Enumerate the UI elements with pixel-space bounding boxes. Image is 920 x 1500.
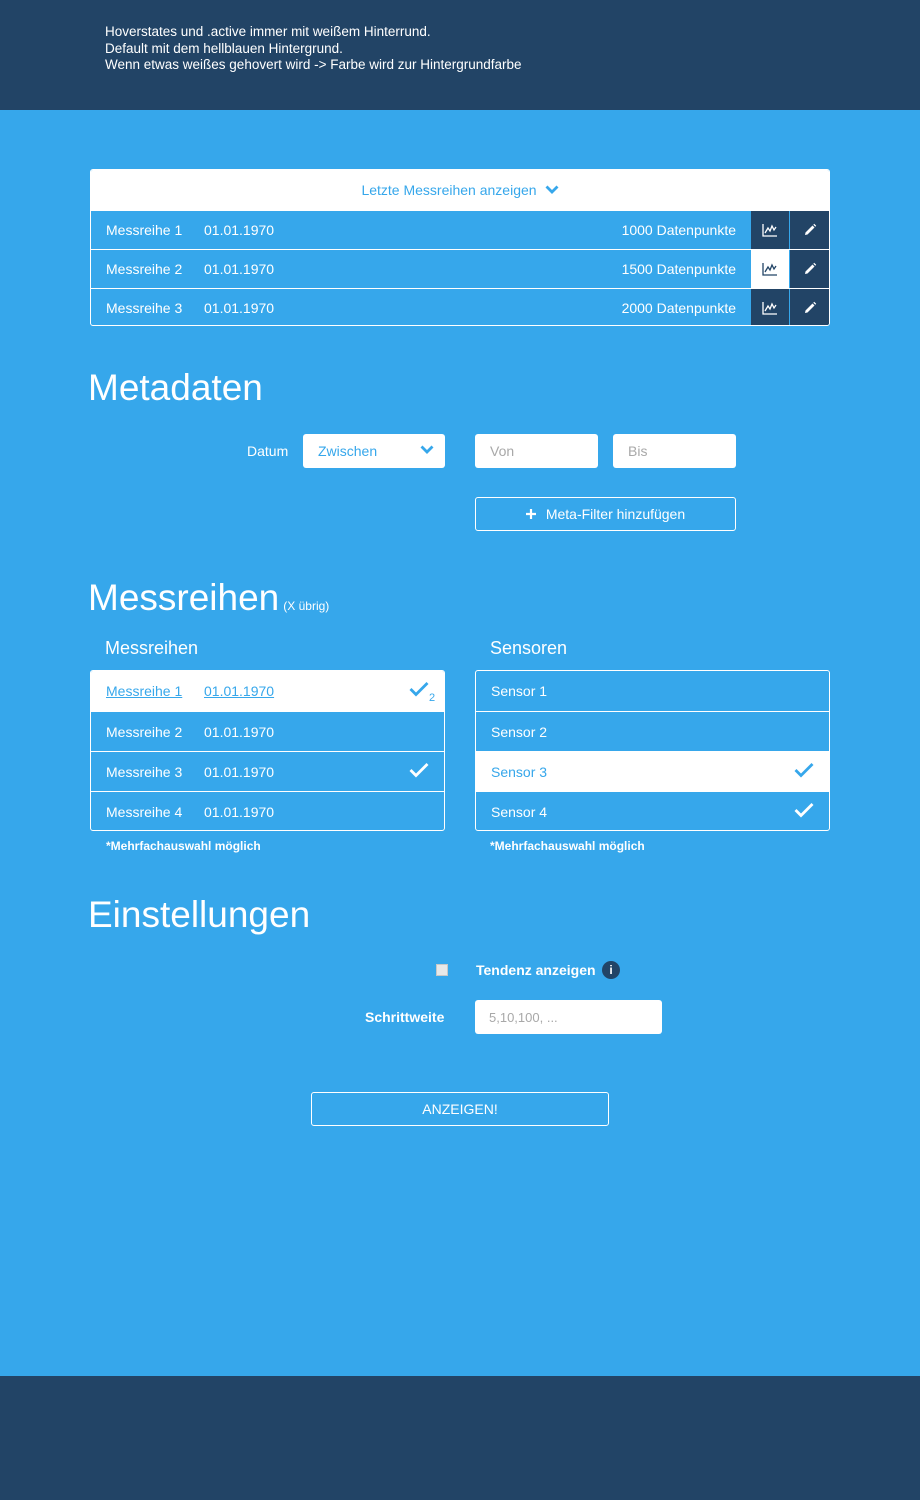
- sensoren-list-title: Sensoren: [490, 638, 568, 658]
- remaining-count: (X übrig): [283, 599, 330, 613]
- edit-button[interactable]: [790, 211, 829, 249]
- selected-check: [409, 762, 429, 781]
- series-points: 2000 Datenpunkte: [621, 300, 736, 316]
- schrittweite-label: Schrittweite: [365, 1009, 445, 1025]
- series-name: Messreihe 2: [106, 261, 183, 277]
- series-name: Messreihe 1: [106, 222, 183, 238]
- series-name: Messreihe 3: [106, 763, 183, 780]
- chevron-down-icon: [420, 445, 434, 454]
- check-icon: [794, 803, 814, 818]
- recent-series-row[interactable]: Messreihe 2 01.01.1970 1500 Datenpunkte: [91, 249, 829, 288]
- list-item[interactable]: Messreihe 4 01.01.1970: [91, 791, 444, 830]
- recent-series-label: Letzte Messreihen anzeigen: [361, 182, 537, 198]
- multi-select-hint: *Mehrfachauswahl möglich: [106, 839, 261, 853]
- messreihen-title: Messreihen (X übrig): [88, 578, 329, 626]
- series-date: 01.01.1970: [204, 222, 275, 238]
- pencil-icon: [804, 262, 816, 274]
- sensor-name: Sensor 4: [491, 803, 548, 820]
- list-item[interactable]: Sensor 3: [476, 751, 829, 791]
- anzeigen-label: ANZEIGEN!: [422, 1101, 498, 1117]
- line-chart-icon: [762, 224, 777, 237]
- series-date: 01.01.1970: [204, 683, 275, 699]
- note-line: Default mit dem hellblauen Hintergrund.: [105, 40, 343, 56]
- show-chart-button[interactable]: [751, 211, 790, 249]
- metadaten-title: Metadaten: [88, 367, 263, 408]
- select-value: Zwischen: [318, 443, 378, 459]
- series-date: 01.01.1970: [204, 763, 275, 780]
- einstellungen-title: Einstellungen: [88, 894, 311, 935]
- schrittweite-input[interactable]: [475, 1000, 662, 1034]
- list-item[interactable]: Messreihe 2 01.01.1970: [91, 711, 444, 751]
- check-icon: [794, 763, 814, 778]
- footer-bar: [0, 1376, 920, 1500]
- series-date: 01.01.1970: [204, 723, 275, 740]
- messreihen-list: Messreihe 1 01.01.1970 2 Messreihe 2 01.…: [90, 670, 445, 831]
- sensor-name: Sensor 3: [491, 763, 548, 780]
- tendenz-label: Tendenz anzeigen: [476, 962, 596, 978]
- pencil-icon: [804, 223, 816, 235]
- bis-input[interactable]: [613, 434, 736, 468]
- line-chart-icon: [762, 263, 777, 276]
- list-item[interactable]: Sensor 2: [476, 711, 829, 751]
- show-chart-button[interactable]: [751, 250, 790, 288]
- add-meta-filter-label: Meta-Filter hinzufügen: [545, 506, 686, 522]
- line-chart-icon: [762, 302, 777, 315]
- top-bar: Hoverstates und .active immer mit weißem…: [0, 0, 920, 110]
- plus-icon: [525, 509, 536, 519]
- selection-count: 2: [429, 692, 436, 704]
- check-icon: [409, 682, 429, 697]
- recent-series-row[interactable]: Messreihe 1 01.01.1970 1000 Datenpunkte: [91, 210, 829, 249]
- show-chart-button[interactable]: [751, 289, 790, 325]
- list-item[interactable]: Messreihe 1 01.01.1970 2: [91, 671, 444, 711]
- series-name: Messreihe 4: [106, 803, 183, 820]
- sensor-name: Sensor 1: [491, 683, 548, 699]
- add-meta-filter-button[interactable]: Meta-Filter hinzufügen: [475, 497, 736, 531]
- list-item[interactable]: Messreihe 3 01.01.1970: [91, 751, 444, 791]
- multi-select-hint: *Mehrfachauswahl möglich: [490, 839, 645, 853]
- list-item[interactable]: Sensor 4: [476, 791, 829, 830]
- info-icon[interactable]: i: [602, 961, 620, 979]
- design-notes: Hoverstates und .active immer mit weißem…: [105, 24, 522, 74]
- anzeigen-button[interactable]: ANZEIGEN!: [311, 1092, 609, 1126]
- series-name: Messreihe 1: [106, 683, 183, 699]
- check-icon: [409, 763, 429, 778]
- selected-check: [794, 762, 814, 781]
- messreihen-list-title: Messreihen: [105, 638, 199, 658]
- pencil-icon: [804, 301, 816, 313]
- list-item[interactable]: Sensor 1: [476, 671, 829, 711]
- recent-series-panel: Letzte Messreihen anzeigen Messreihe 1 0…: [90, 169, 830, 326]
- series-points: 1000 Datenpunkte: [621, 222, 736, 238]
- note-line: Wenn etwas weißes gehovert wird -> Farbe…: [105, 57, 522, 72]
- series-date: 01.01.1970: [204, 300, 275, 316]
- series-name: Messreihe 2: [106, 723, 183, 740]
- edit-button[interactable]: [790, 250, 829, 288]
- messreihen-title-text: Messreihen: [88, 577, 280, 618]
- series-date: 01.01.1970: [204, 261, 275, 277]
- selected-check: [794, 802, 814, 821]
- datum-label: Datum: [247, 443, 289, 459]
- recent-series-row[interactable]: Messreihe 3 01.01.1970 2000 Datenpunkte: [91, 288, 829, 325]
- tendenz-checkbox[interactable]: [436, 964, 448, 976]
- note-line: Hoverstates und .active immer mit weißem…: [105, 24, 431, 39]
- series-points: 1500 Datenpunkte: [621, 261, 736, 277]
- edit-button[interactable]: [790, 289, 829, 325]
- sensor-name: Sensor 2: [491, 723, 548, 740]
- sensoren-list: Sensor 1 Sensor 2 Sensor 3 Sensor 4: [475, 670, 830, 831]
- date-mode-select[interactable]: Zwischen: [303, 434, 445, 468]
- von-input[interactable]: [475, 434, 598, 468]
- series-name: Messreihe 3: [106, 300, 183, 316]
- series-date: 01.01.1970: [204, 803, 275, 820]
- chevron-down-icon: [545, 185, 559, 194]
- recent-series-toggle[interactable]: Letzte Messreihen anzeigen: [91, 170, 829, 210]
- selected-check: 2: [409, 681, 435, 704]
